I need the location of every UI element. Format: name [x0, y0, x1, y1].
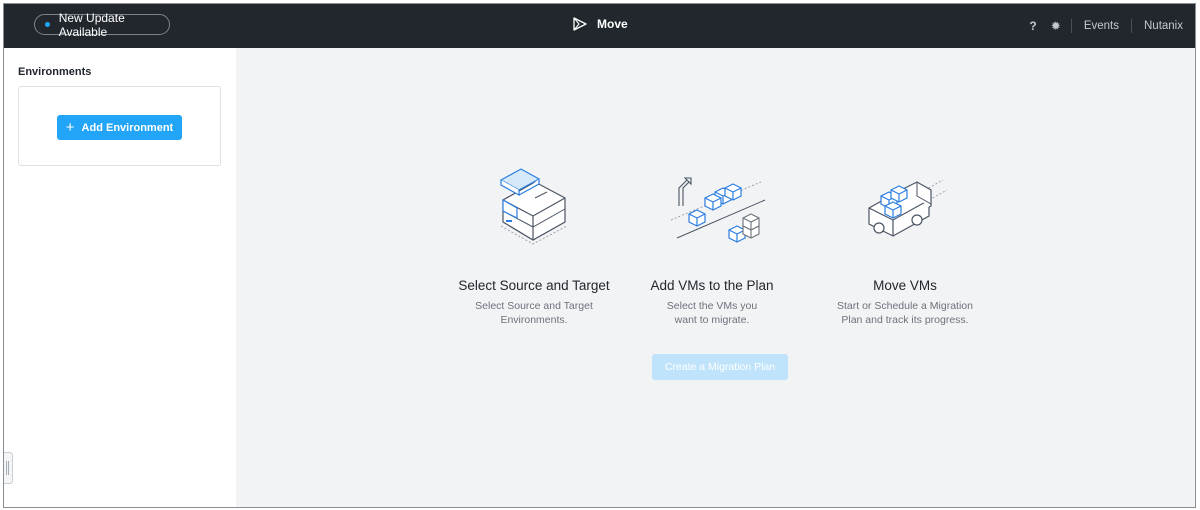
step-title: Add VMs to the Plan [650, 278, 774, 293]
sidebar: Environments + Add Environment [4, 48, 236, 507]
move-logo-icon [573, 17, 587, 31]
step-description: Select Source and Target Environments. [434, 299, 634, 327]
main-content: Select Source and Target Select Source a… [236, 48, 1195, 507]
step-select-source-target: Select Source and Target Select Source a… [434, 160, 634, 327]
vm-boxes-conveyor-icon [670, 177, 766, 243]
step-description-line: want to migrate. [674, 314, 750, 326]
add-environment-label: Add Environment [81, 121, 174, 134]
create-migration-plan-button[interactable]: Create a Migration Plan [652, 354, 788, 380]
step-title: Move VMs [873, 278, 937, 293]
add-environment-button[interactable]: + Add Environment [57, 115, 182, 140]
step-description-line: Environments. [500, 314, 568, 326]
update-label: New Update Available [58, 10, 125, 39]
step-description-line: Select Source and Target [475, 300, 593, 312]
app-title: Move [597, 17, 628, 31]
step-add-vms: Add VMs to the Plan Select the VMs you w… [612, 160, 812, 327]
step-move-vms: Move VMs Start or Schedule a Migration P… [805, 160, 1005, 327]
app-brand: Move [572, 16, 628, 32]
truck-icon [868, 179, 948, 237]
step-description-line: Start or Schedule a Migration [837, 300, 973, 312]
step-description: Start or Schedule a Migration Plan and t… [805, 299, 1005, 327]
new-update-button[interactable]: New Update Available [34, 11, 170, 39]
top-right-menu: ? ✹ Events Nutanix [1021, 4, 1195, 48]
environments-heading: Environments [18, 66, 92, 78]
help-button[interactable]: ? [1021, 19, 1044, 33]
events-link[interactable]: Events [1072, 20, 1131, 32]
step-description-line: Plan and track its progress. [841, 314, 969, 326]
sidebar-resize-handle[interactable] [4, 452, 13, 484]
server-stack-icon [499, 168, 568, 245]
step-description: Select the VMs you want to migrate. [612, 299, 812, 327]
account-menu[interactable]: Nutanix [1132, 20, 1195, 32]
update-dot-icon [45, 22, 50, 27]
environments-card: + Add Environment [18, 86, 221, 166]
settings-gear-icon[interactable]: ✹ [1045, 19, 1071, 33]
step-description-line: Select the VMs you [666, 300, 758, 312]
app-window: New Update Available Move ? ✹ Events Nut… [3, 3, 1196, 508]
top-bar: New Update Available Move ? ✹ Events Nut… [4, 4, 1195, 48]
step-title: Select Source and Target [458, 278, 610, 293]
plus-icon: + [65, 119, 75, 136]
